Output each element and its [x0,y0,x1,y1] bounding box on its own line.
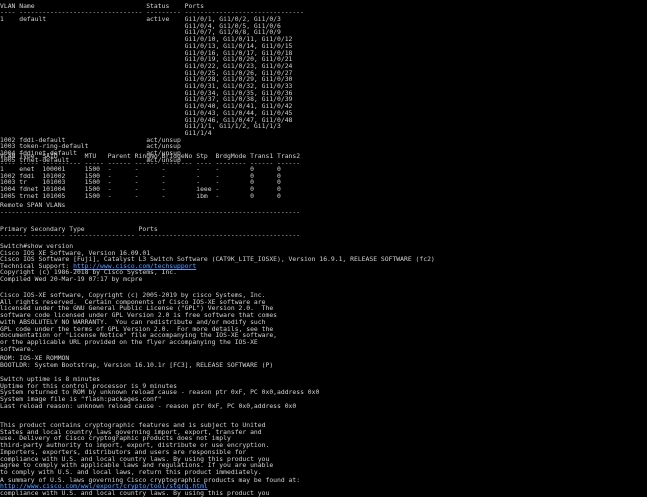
license-line: or the applicable URL provided on the fl… [0,337,258,346]
compiled-line: Compiled Wed 20-Mar-19 07:17 by mcpre [0,275,143,283]
uptime-info: Switch uptime is 8 minutes Uptime for thi… [0,376,319,410]
license-notice: Cisco IOS-XE software, Copyright (c) 200… [0,292,277,352]
rom-info: ROM: IOS-XE ROMMON BOOTLDR: System Bootst… [0,355,273,368]
vlan-brief-table: 1 default active Gi1/0/1, Gi1/0/2, Gi1/0… [0,16,292,163]
pvlan-separator: ------- --------- ----------------- ----… [0,231,301,239]
remote-span-separator: ----------------------------------------… [0,208,301,216]
tail-line: compliance with U.S. and local country l… [0,489,270,497]
license-line: software. [0,344,35,353]
terminal-window[interactable]: VLAN Name Status Ports ---- ------------… [0,0,647,497]
rom-line: BOOTLDR: System Bootstrap, Version 16.10… [0,360,274,369]
crypto-notice: This product contains cryptographic feat… [0,422,273,476]
crypto-line: to comply with U.S. and local laws, retu… [0,467,262,476]
vlan-detail-table: 1 enet 100001 1500 - - - - - 0 0 1002 fdd… [0,166,281,200]
uptime-line: Last reload reason: unknown reload cause… [0,401,297,410]
vlan-detail-row: 1005 trnet 101005 1500 - - - ibm - 0 0 [0,191,281,200]
